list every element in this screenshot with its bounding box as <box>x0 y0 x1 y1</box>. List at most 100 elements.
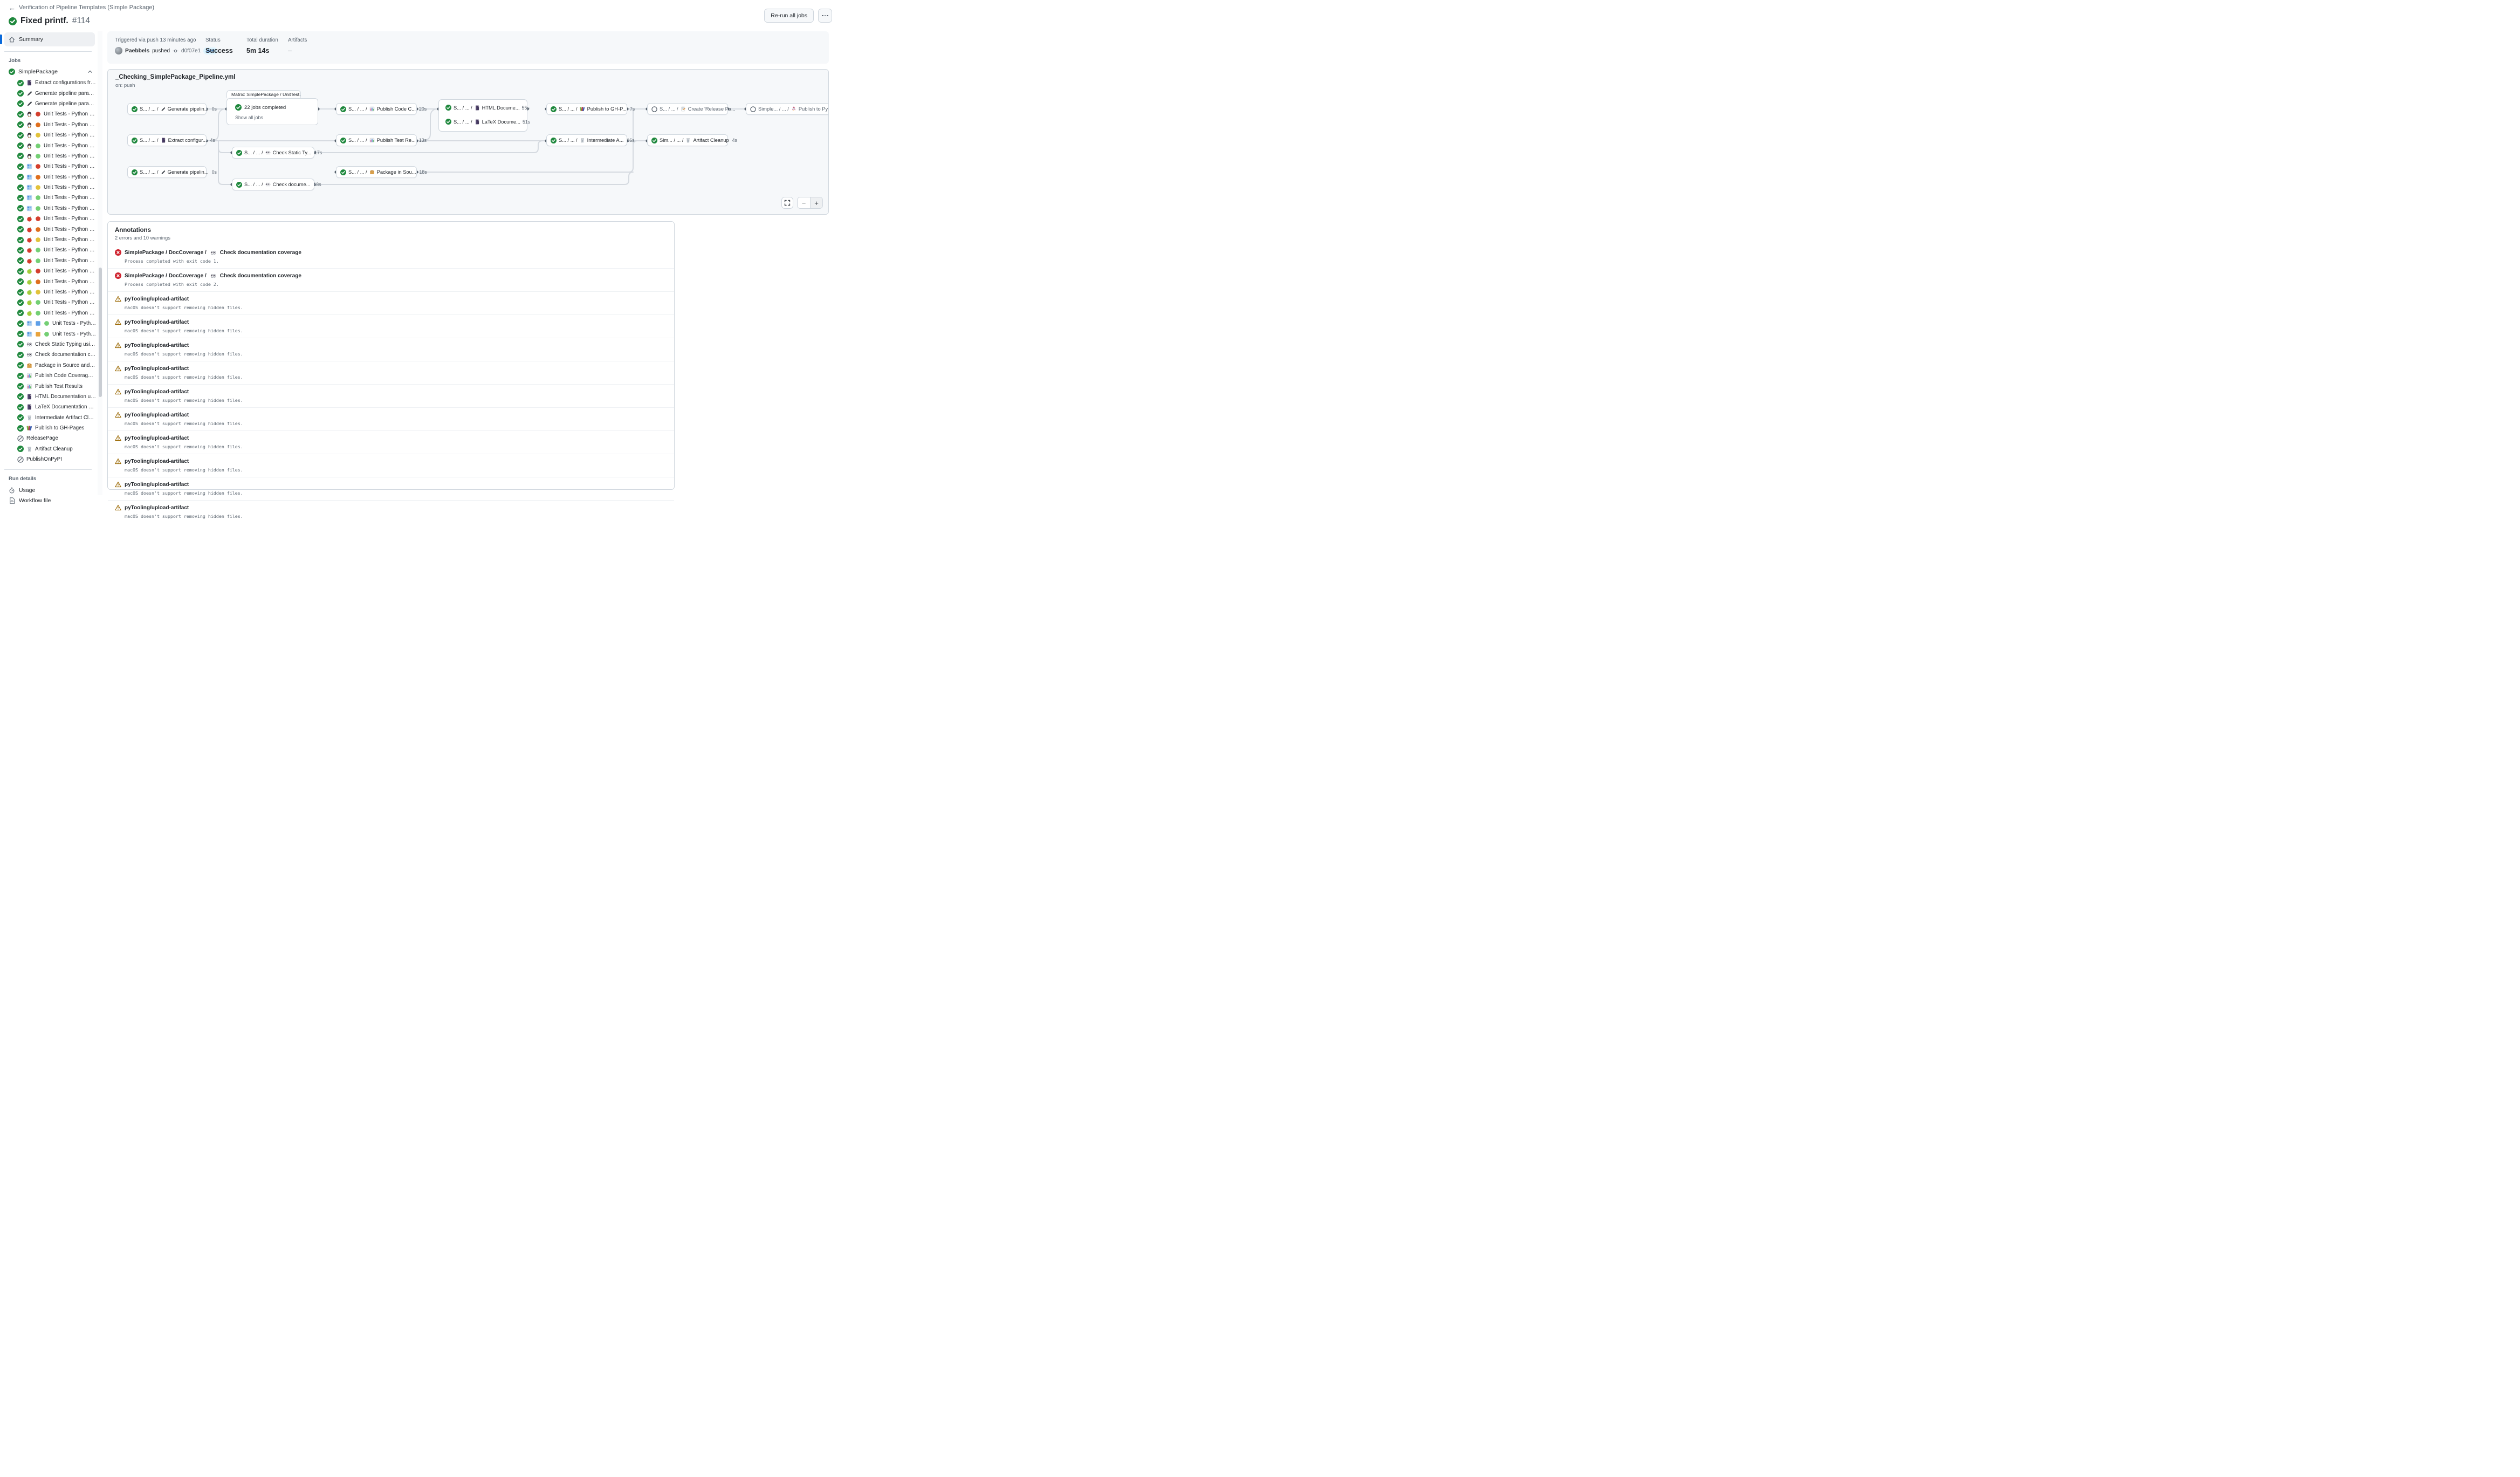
zoom-in-button[interactable]: + <box>810 197 822 208</box>
sidebar-job-item[interactable]: Unit Tests - Python 3.13 <box>4 256 96 266</box>
sidebar-item-summary[interactable]: Summary <box>4 32 95 46</box>
sidebar-job-item[interactable]: Unit Tests - Python 3.13 <box>4 151 96 161</box>
annotation-title[interactable]: Check documentation coverage <box>220 250 301 256</box>
annotation-title[interactable]: pyTooling/upload-artifact <box>125 482 189 488</box>
sidebar-job-item[interactable]: Unit Tests - Python 3.12 <box>4 140 96 151</box>
zoom-out-button[interactable]: − <box>798 197 810 208</box>
sidebar-job-item[interactable]: Unit Tests - Python 3.9 <box>4 161 96 172</box>
job-label: Unit Tests - Python 3.11 <box>44 184 96 190</box>
graph-node-package-source-wheel[interactable]: S... / ... / Package in Sou... 18s <box>336 166 417 178</box>
sidebar-job-item[interactable]: Unit Tests - Python 3.12 <box>4 329 96 339</box>
dot-green-icon <box>35 299 41 305</box>
graph-node-create-release-page[interactable]: S... / ... / Create 'Release Pa... <box>647 103 728 115</box>
sidebar-item-usage[interactable]: Usage <box>4 485 96 495</box>
sidebar-job-item[interactable]: Unit Tests - Python 3.10 <box>4 172 96 182</box>
sidebar-job-item[interactable]: ReleasePage <box>4 433 96 443</box>
chevron-up-icon[interactable] <box>87 69 93 74</box>
graph-node-html-doc[interactable]: S... / ... / HTML Docume... 55s <box>445 105 530 111</box>
node-label: Publish to GH-P... <box>587 106 627 112</box>
sidebar-job-item[interactable]: Generate pipeline parameters <box>4 88 96 98</box>
sidebar-job-item[interactable]: Unit Tests - Python 3.10 <box>4 276 96 286</box>
node-label: Publish to PyPI <box>799 106 829 112</box>
show-all-jobs-link[interactable]: Show all jobs <box>235 115 263 120</box>
sidebar-job-item[interactable]: Check documentation covera... <box>4 350 96 360</box>
sidebar-job-item[interactable]: Publish Code Coverage Results <box>4 371 96 381</box>
graph-node-publish-pypi[interactable]: Simple... / ... / Publish to PyPI <box>746 103 829 115</box>
annotation-title[interactable]: pyTooling/upload-artifact <box>125 412 189 418</box>
sidebar-job-item[interactable]: Unit Tests - Python 3.12 <box>4 318 96 329</box>
sidebar-job-item[interactable]: Artifact Cleanup <box>4 444 96 454</box>
sidebar-job-item[interactable]: HTML Documentation using ... <box>4 392 96 402</box>
annotation-title[interactable]: pyTooling/upload-artifact <box>125 435 189 441</box>
sidebar-job-item[interactable]: Unit Tests - Python 3.12 <box>4 193 96 203</box>
graph-node-artifact-cleanup[interactable]: Sim... / ... / Artifact Cleanup 4s <box>647 134 728 146</box>
sidebar-job-item[interactable]: Unit Tests - Python 3.9 <box>4 109 96 119</box>
avatar[interactable] <box>115 47 122 54</box>
graph-node-extract-config[interactable]: S... / ... / Extract configur... 4s <box>127 134 207 146</box>
sidebar-scrollbar-thumb[interactable] <box>99 268 102 397</box>
sidebar-item-workflow-file[interactable]: Workflow file <box>4 495 96 505</box>
matrix-summary[interactable]: 22 jobs completed <box>235 104 286 111</box>
annotations-panel: Annotations 2 errors and 10 warnings Sim… <box>107 221 675 490</box>
back-arrow-icon[interactable]: ← <box>9 4 16 12</box>
actor-name[interactable]: Paebbels <box>125 48 149 54</box>
fullscreen-button[interactable] <box>781 197 793 209</box>
sidebar-scrollbar[interactable] <box>98 31 102 495</box>
page-header: ← Verification of Pipeline Templates (Si… <box>0 0 840 27</box>
graph-node-publish-gh-pages[interactable]: S... / ... / Publish to GH-P... 7s <box>546 103 627 115</box>
success-check-icon <box>17 299 24 306</box>
annotation-title[interactable]: pyTooling/upload-artifact <box>125 505 189 511</box>
sidebar-job-item[interactable]: Unit Tests - Python 3.10 <box>4 120 96 130</box>
breadcrumb[interactable]: ← Verification of Pipeline Templates (Si… <box>9 3 831 12</box>
matrix-group-box[interactable] <box>226 98 318 125</box>
sidebar-job-item[interactable]: PublishOnPyPI <box>4 454 96 464</box>
sidebar-job-item[interactable]: Unit Tests - Python 3.11 <box>4 182 96 193</box>
sidebar-group-simplepackage[interactable]: SimplePackage <box>4 67 96 78</box>
sidebar-job-item[interactable]: Unit Tests - Python 3.9 <box>4 214 96 224</box>
annotation-title[interactable]: pyTooling/upload-artifact <box>125 389 189 395</box>
annotation-title[interactable]: pyTooling/upload-artifact <box>125 366 189 372</box>
apple-green-icon <box>26 289 32 295</box>
graph-node-generate-params-1[interactable]: S... / ... / Generate pipelin... 0s <box>127 103 207 115</box>
sidebar-job-item[interactable]: Publish Test Results <box>4 381 96 391</box>
docs-group-box[interactable] <box>438 99 527 132</box>
annotation-title[interactable]: pyTooling/upload-artifact <box>125 459 189 464</box>
annotation-title[interactable]: Check documentation coverage <box>220 273 301 279</box>
sidebar-job-item[interactable]: Generate pipeline parameters <box>4 99 96 109</box>
node-duration: 0s <box>212 169 217 175</box>
sidebar-job-item[interactable]: LaTeX Documentation using ... <box>4 402 96 412</box>
annotation-title[interactable]: pyTooling/upload-artifact <box>125 319 189 325</box>
job-label: Unit Tests - Python 3.12 <box>52 331 96 337</box>
graph-node-generate-params-2[interactable]: S... / ... / Generate pipelin... 0s <box>127 166 207 178</box>
graph-node-publish-code-coverage[interactable]: S... / ... / Publish Code C... 20s <box>336 103 417 115</box>
sidebar-job-item[interactable]: Unit Tests - Python 3.12 <box>4 245 96 255</box>
graph-node-publish-test-results[interactable]: S... / ... / Publish Test Re... 13s <box>336 134 417 146</box>
annotation-title[interactable]: pyTooling/upload-artifact <box>125 343 189 348</box>
sidebar-job-item[interactable]: Unit Tests - Python 3.11 <box>4 235 96 245</box>
graph-node-intermediate-cleanup[interactable]: S... / ... / Intermediate A... 16s <box>546 134 627 146</box>
success-check-icon <box>17 310 24 316</box>
breadcrumb-label[interactable]: Verification of Pipeline Templates (Simp… <box>19 4 154 11</box>
sidebar-job-item[interactable]: Unit Tests - Python 3.10 <box>4 224 96 234</box>
sidebar-job-item[interactable]: Package in Source and Wheel... <box>4 360 96 371</box>
sidebar-job-item[interactable]: Unit Tests - Python 3.12 <box>4 297 96 307</box>
graph-node-check-static-typing[interactable]: S... / ... / Check Static Ty... 17s <box>232 147 314 159</box>
rerun-all-jobs-button[interactable]: Re-run all jobs <box>764 9 814 23</box>
annotation-title[interactable]: pyTooling/upload-artifact <box>125 296 189 302</box>
sidebar-job-item[interactable]: Unit Tests - Python 3.13 <box>4 308 96 318</box>
pipeline-graph-panel[interactable]: _Checking_SimplePackage_Pipeline.yml on:… <box>107 69 829 215</box>
graph-node-latex-doc[interactable]: S... / ... / LaTeX Docume... 51s <box>445 119 530 125</box>
graph-node-check-doc-coverage[interactable]: S... / ... / Check docume... 18s <box>232 179 314 190</box>
sidebar-job-item[interactable]: Unit Tests - Python 3.13 <box>4 203 96 214</box>
sidebar-job-item[interactable]: Publish to GH-Pages <box>4 423 96 433</box>
sidebar-job-item[interactable]: Unit Tests - Python 3.9 <box>4 266 96 276</box>
more-options-button[interactable] <box>818 9 832 23</box>
commit-sha[interactable]: d0f07e1 <box>181 48 201 54</box>
dot-green-icon <box>44 331 50 337</box>
sidebar-job-item[interactable]: Unit Tests - Python 3.11 <box>4 287 96 297</box>
success-check-icon <box>17 132 24 139</box>
sidebar-job-item[interactable]: Extract configurations from p... <box>4 78 96 88</box>
sidebar-job-item[interactable]: Intermediate Artifact Cleanup <box>4 413 96 423</box>
sidebar-job-item[interactable]: Unit Tests - Python 3.11 <box>4 130 96 140</box>
sidebar-job-item[interactable]: Check Static Typing using Pyt... <box>4 339 96 350</box>
